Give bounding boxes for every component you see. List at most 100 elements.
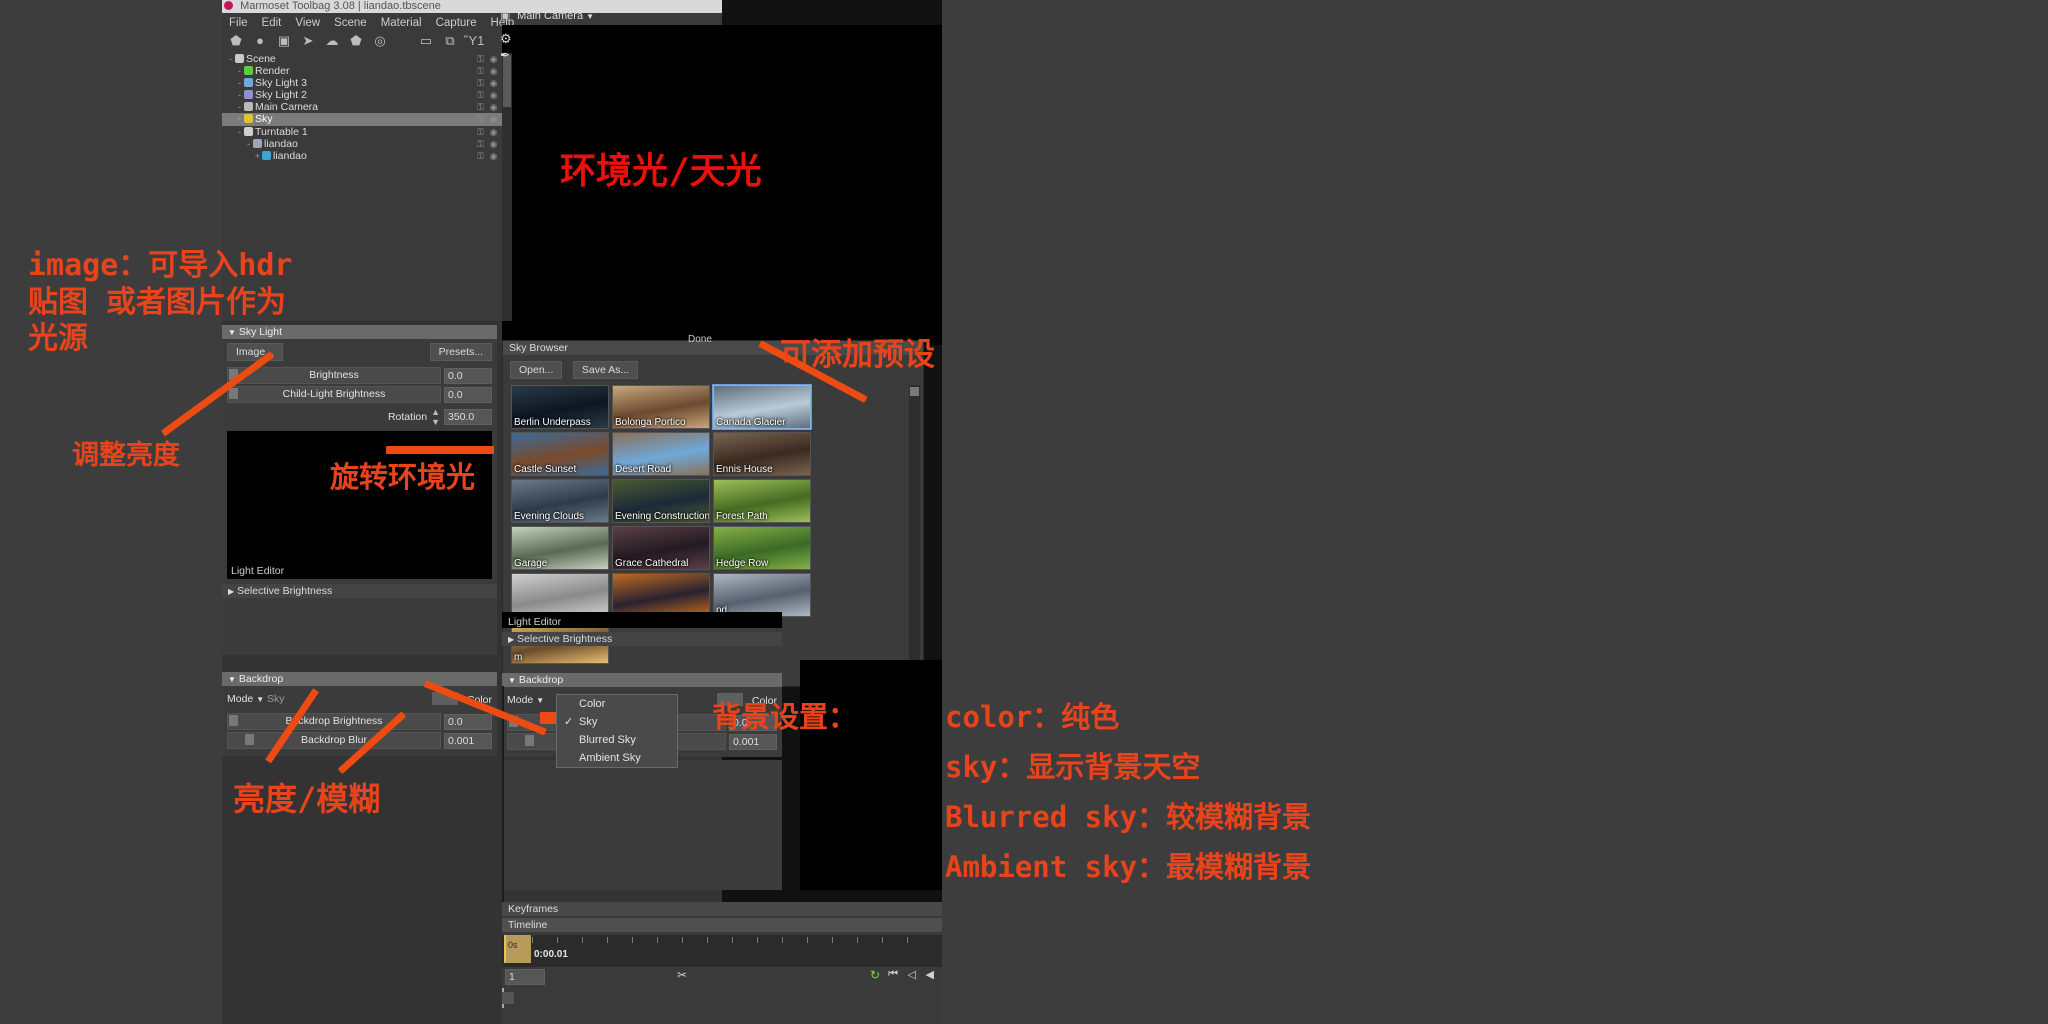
chevron-down-icon[interactable]: ▼ <box>586 12 594 21</box>
tree-row-toggles[interactable]: ⚿ ◉ <box>474 138 500 150</box>
brush-icon[interactable]: ✒ <box>500 48 510 62</box>
menu-view[interactable]: View <box>288 14 327 32</box>
play-back-icon[interactable]: ◀ <box>926 968 934 981</box>
child-light-brightness-value[interactable]: 0.0 <box>444 386 492 403</box>
selective-brightness-section[interactable]: ▶ Selective Brightness <box>222 584 497 598</box>
mode-menu-item[interactable]: ✓ Sky <box>557 713 677 731</box>
menu-capture[interactable]: Capture <box>429 14 484 32</box>
tree-row[interactable]: - liandao ⚿ ◉ <box>222 138 502 150</box>
tree-row-toggles[interactable]: ⚿ ◉ <box>474 150 500 162</box>
tree-row[interactable]: + Sky ⚿ ◉ <box>222 113 502 126</box>
sky-thumbnail[interactable]: Bolonga Portico <box>612 385 710 429</box>
sky-thumbnail[interactable] <box>511 573 609 617</box>
eye-icon[interactable]: ◉ <box>487 53 500 65</box>
lock-icon[interactable]: ⚿ <box>474 126 487 138</box>
render-icon[interactable]: ◎ <box>370 31 390 51</box>
tree-toggle-icon[interactable]: - <box>235 77 244 89</box>
lock-icon[interactable]: ⚿ <box>474 89 487 101</box>
tree-row[interactable]: - Sky Light 2 ⚿ ◉ <box>222 89 502 101</box>
menu-material[interactable]: Material <box>374 14 429 32</box>
tree-row-toggles[interactable]: ⚿ ◉ <box>474 126 500 138</box>
menu-file[interactable]: File <box>222 14 255 32</box>
backdrop-brightness-slider[interactable]: Backdrop Brightness <box>227 713 441 730</box>
tree-row-toggles[interactable]: ⚿ ◉ <box>474 101 500 113</box>
lock-icon[interactable]: ⚿ <box>474 113 487 125</box>
backdrop-blur-slider-2-knob[interactable] <box>525 735 534 746</box>
loop-icon[interactable]: ↻ <box>870 968 880 982</box>
mode-menu-item[interactable]: Ambient Sky <box>557 749 677 767</box>
sky-thumbnail[interactable]: Grace Cathedral <box>612 526 710 570</box>
sky-thumbnail[interactable] <box>612 573 710 617</box>
menu-scene[interactable]: Scene <box>327 14 374 32</box>
backdrop-panel-header[interactable]: ▼ Backdrop <box>222 672 497 686</box>
backdrop-blur-slider[interactable]: Backdrop Blur <box>227 732 441 749</box>
save-as-button[interactable]: Save As... <box>572 361 639 379</box>
backdrop-blur-value[interactable]: 0.001 <box>444 732 492 749</box>
lock-icon[interactable]: ⚿ <box>474 65 487 77</box>
selective-brightness-section-2[interactable]: ▶ Selective Brightness <box>502 632 782 646</box>
sky-thumbnail[interactable]: Hedge Row <box>713 526 811 570</box>
tree-row-toggles[interactable]: ⚿ ◉ <box>474 65 500 77</box>
gear-icon[interactable]: ⚙ <box>500 31 512 46</box>
backdrop-brightness-slider-knob[interactable] <box>229 715 238 726</box>
eye-icon[interactable]: ◉ <box>487 126 500 138</box>
sky-thumbnail[interactable]: Forest Path <box>713 479 811 523</box>
tree-row[interactable]: - Sky Light 3 ⚿ ◉ <box>222 77 502 89</box>
chevron-down-icon[interactable]: ▼ <box>536 696 544 705</box>
lock-icon[interactable]: ⚿ <box>474 150 487 162</box>
tree-row[interactable]: - Turntable 1 ⚿ ◉ <box>222 126 502 138</box>
tree-toggle-icon[interactable]: - <box>235 126 244 138</box>
folder-icon[interactable]: ▭ <box>416 31 436 51</box>
eye-icon[interactable]: ◉ <box>487 150 500 162</box>
done-button[interactable]: Done <box>688 334 712 345</box>
tree-toggle-icon[interactable]: - <box>235 101 244 113</box>
backdrop-blur-slider-knob[interactable] <box>245 734 254 745</box>
timeline-ruler[interactable]: 0s 0:00.01 <box>502 935 942 967</box>
backdrop-mode-value[interactable]: Sky <box>267 693 285 705</box>
eye-icon[interactable]: ◉ <box>487 65 500 77</box>
lock-icon[interactable]: ⚿ <box>474 138 487 150</box>
sky-thumbnail[interactable]: Evening Clouds <box>511 479 609 523</box>
sky-thumbnail[interactable]: Berlin Underpass <box>511 385 609 429</box>
rotation-stepper-icon[interactable]: ▲ ▼ <box>431 407 440 427</box>
sky-thumbnail[interactable]: nd <box>713 573 811 617</box>
lock-icon[interactable]: ⚿ <box>474 101 487 113</box>
eye-icon[interactable]: ◉ <box>487 138 500 150</box>
lock-icon[interactable]: ⚿ <box>474 53 487 65</box>
sky-thumbnail[interactable]: Evening Construction <box>612 479 710 523</box>
lock-icon[interactable]: ⚿ <box>474 77 487 89</box>
frame-number-input[interactable]: 1 <box>505 969 545 985</box>
tree-toggle-icon[interactable]: - <box>226 53 235 65</box>
mesh-icon[interactable]: ⬟ <box>226 31 246 51</box>
camera-icon[interactable]: ▣ <box>274 31 294 51</box>
menu-edit[interactable]: Edit <box>255 14 289 32</box>
tree-row[interactable]: - Render ⚿ ◉ <box>222 65 502 77</box>
tree-toggle-icon[interactable]: + <box>235 113 244 125</box>
object-icon[interactable]: ⬟ <box>346 31 366 51</box>
brightness-slider[interactable]: Brightness <box>227 367 441 384</box>
light-icon[interactable]: ● <box>250 31 270 51</box>
open-button[interactable]: Open... <box>510 361 563 379</box>
eye-icon[interactable]: ◉ <box>487 113 500 125</box>
tree-row[interactable]: + liandao ⚿ ◉ <box>222 150 502 162</box>
tree-row-toggles[interactable]: ⚿ ◉ <box>474 53 500 65</box>
backdrop-blur-value-2[interactable]: 0.001 <box>729 733 777 750</box>
presets-button[interactable]: Presets... <box>429 343 492 361</box>
backdrop-mode-dropdown-menu[interactable]: Color ✓ Sky Blurred Sky Ambient Sky <box>556 694 678 768</box>
scroll-up-arrow-icon[interactable] <box>910 387 919 396</box>
sky-thumbnail[interactable]: Garage <box>511 526 609 570</box>
backdrop-panel-2-header[interactable]: ▼ Backdrop <box>502 673 782 687</box>
tree-row[interactable]: - Main Camera ⚿ ◉ <box>222 101 502 113</box>
tree-toggle-icon[interactable]: - <box>235 65 244 77</box>
sky-thumbnail[interactable]: Ennis House <box>713 432 811 476</box>
tree-row-toggles[interactable]: ⚿ ◉ <box>474 113 500 125</box>
mode-menu-item[interactable]: Color <box>557 695 677 713</box>
scene-outliner[interactable]: - Scene ⚿ ◉ - Render ⚿ ◉ - Sky Light 3 ⚿ ◉ - Sky Ligh… <box>222 53 502 249</box>
eye-icon[interactable]: ◉ <box>487 89 500 101</box>
tree-row-toggles[interactable]: ⚿ ◉ <box>474 89 500 101</box>
keyframe-track[interactable] <box>502 988 942 1008</box>
keyframes-header[interactable]: Keyframes <box>502 902 942 916</box>
sky-browser-scrollbar[interactable] <box>909 385 920 677</box>
child-light-brightness-slider-knob[interactable] <box>229 388 238 399</box>
cut-icon[interactable]: ✂ <box>677 968 687 982</box>
